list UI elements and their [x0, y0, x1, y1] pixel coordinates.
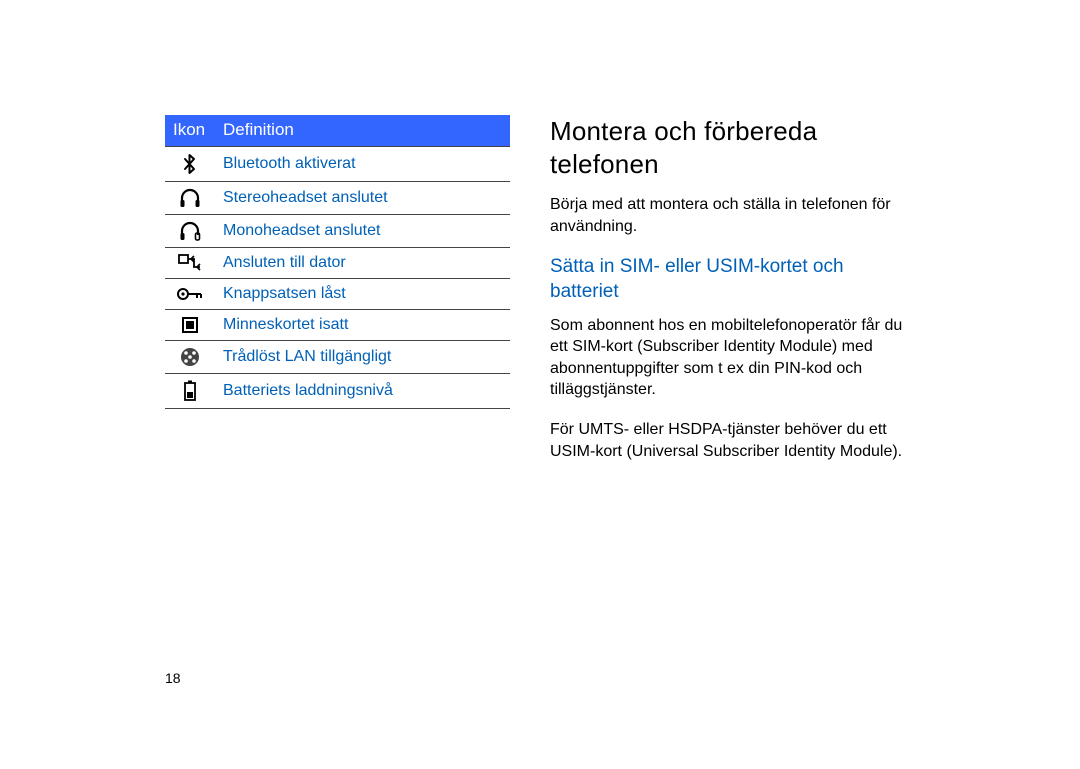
key-lock-icon: [165, 279, 215, 310]
table-row: Bluetooth aktiverat: [165, 147, 510, 182]
wlan-icon: [165, 341, 215, 374]
col-header-icon: Ikon: [165, 115, 215, 147]
table-row: Minneskortet isatt: [165, 310, 510, 341]
intro-text: Börja med att montera och ställa in tele…: [550, 194, 915, 237]
icon-table: Ikon Definition Bluetooth aktiverat Ster…: [165, 115, 510, 409]
bluetooth-icon: [165, 147, 215, 182]
definition-cell: Knappsatsen låst: [215, 279, 510, 310]
definition-cell: Stereoheadset anslutet: [215, 182, 510, 215]
definition-cell: Minneskortet isatt: [215, 310, 510, 341]
battery-icon: [165, 374, 215, 409]
headphones-stereo-icon: [165, 182, 215, 215]
definition-cell: Ansluten till dator: [215, 248, 510, 279]
paragraph-1: Som abonnent hos en mobiltelefonoperatör…: [550, 315, 915, 401]
definition-cell: Batteriets laddningsnivå: [215, 374, 510, 409]
right-column: Montera och förbereda telefonen Börja me…: [550, 115, 915, 480]
table-row: Knappsatsen låst: [165, 279, 510, 310]
table-row: Ansluten till dator: [165, 248, 510, 279]
table-row: Trådlöst LAN tillgängligt: [165, 341, 510, 374]
definition-cell: Monoheadset anslutet: [215, 215, 510, 248]
page-title: Montera och förbereda telefonen: [550, 115, 915, 180]
section-subheading: Sätta in SIM- eller USIM-kortet och batt…: [550, 255, 915, 304]
icon-definitions-table: Ikon Definition Bluetooth aktiverat Ster…: [165, 115, 510, 480]
col-header-definition: Definition: [215, 115, 510, 147]
definition-cell: Bluetooth aktiverat: [215, 147, 510, 182]
definition-cell: Trådlöst LAN tillgängligt: [215, 341, 510, 374]
paragraph-2: För UMTS- eller HSDPA-tjänster behöver d…: [550, 419, 915, 462]
pc-connection-icon: [165, 248, 215, 279]
table-row: Stereoheadset anslutet: [165, 182, 510, 215]
memory-card-icon: [165, 310, 215, 341]
table-row: Monoheadset anslutet: [165, 215, 510, 248]
page-number: 18: [165, 670, 181, 686]
table-row: Batteriets laddningsnivå: [165, 374, 510, 409]
headphones-mono-icon: [165, 215, 215, 248]
